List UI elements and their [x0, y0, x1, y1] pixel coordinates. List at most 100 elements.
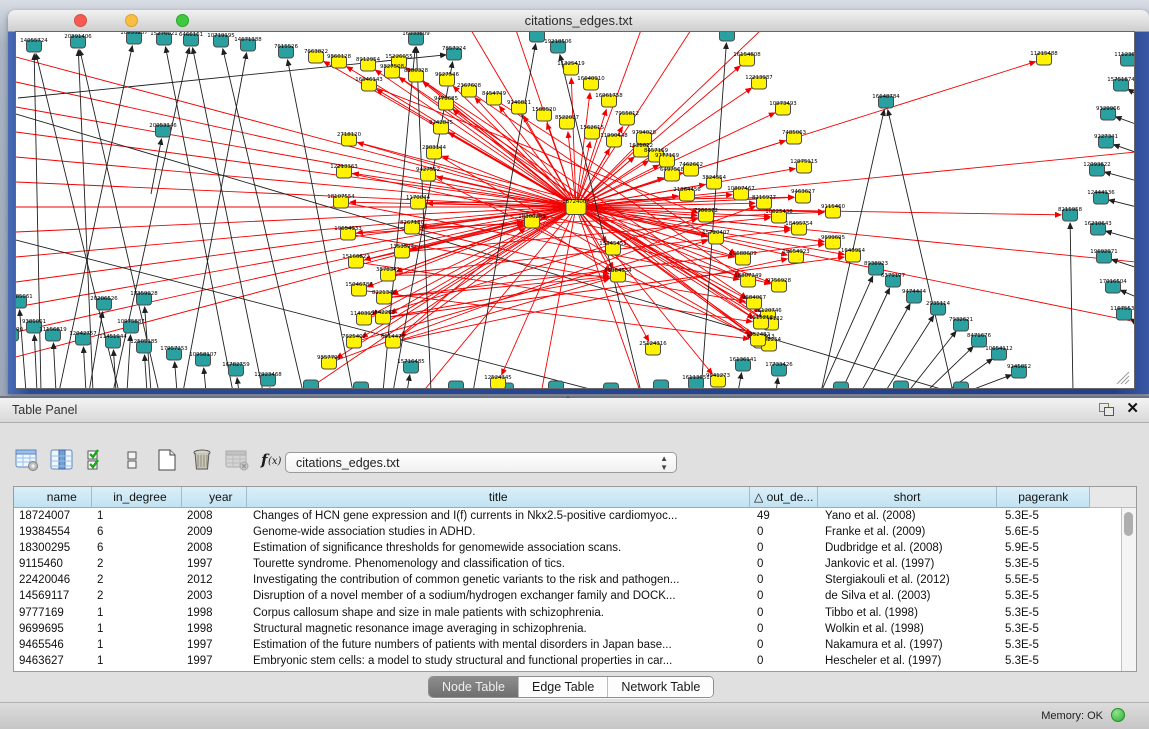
graph-edge-black[interactable]: [1116, 117, 1134, 126]
cell-out_de[interactable]: 0: [752, 637, 820, 653]
resize-grip-icon[interactable]: [1121, 376, 1129, 384]
graph-edge-black[interactable]: [183, 53, 247, 388]
cell-out_de[interactable]: 0: [752, 572, 820, 588]
cell-in_degree[interactable]: 1: [92, 637, 182, 653]
cell-in_degree[interactable]: 1: [92, 508, 182, 524]
graph-edge-red[interactable]: [388, 275, 609, 276]
graph-node[interactable]: [449, 381, 464, 388]
cell-in_degree[interactable]: 2: [92, 588, 182, 604]
graph-node[interactable]: [834, 382, 849, 388]
tab-edge-table[interactable]: Edge Table: [519, 677, 608, 697]
graph-edge-black[interactable]: [1109, 200, 1134, 208]
graph-node[interactable]: [720, 32, 735, 41]
table-row[interactable]: 1830029562008Estimation of significance …: [14, 540, 1136, 556]
column-header-name[interactable]: name: [14, 487, 92, 508]
table-row[interactable]: 977716911998Corpus callosum shape and si…: [14, 605, 1136, 621]
table-selector-dropdown[interactable]: citations_edges.txt ▲▼: [285, 452, 677, 473]
cell-year[interactable]: 1997: [182, 637, 248, 653]
cell-year[interactable]: 2008: [182, 540, 248, 556]
graph-edge-black[interactable]: [407, 375, 410, 388]
graph-edge-red[interactable]: [16, 207, 576, 257]
row-height-icon[interactable]: [119, 447, 145, 473]
graph-edge-black[interactable]: [16, 240, 609, 388]
cell-name[interactable]: 9777169: [14, 605, 92, 621]
cell-title[interactable]: Genome-wide association studies in ADHD.: [248, 524, 752, 540]
graph-edge-black[interactable]: [1070, 223, 1073, 388]
table-row[interactable]: 946362711997Embryonic stem cells: a mode…: [14, 653, 1136, 669]
cell-year[interactable]: 2003: [182, 588, 248, 604]
column-header-short[interactable]: short: [818, 487, 998, 508]
column-header-in_degree[interactable]: in_degree: [92, 487, 182, 508]
cell-short[interactable]: Stergiakouli et al. (2012): [820, 572, 1000, 588]
graph-edge-red[interactable]: [576, 207, 641, 388]
cell-title[interactable]: Investigating the contribution of common…: [248, 572, 752, 588]
graph-edge-black[interactable]: [34, 54, 41, 388]
cell-pagerank[interactable]: 5.3E-5: [1000, 588, 1093, 604]
cell-pagerank[interactable]: 5.3E-5: [1000, 508, 1093, 524]
graph-node[interactable]: [604, 383, 619, 388]
graph-edge-black[interactable]: [841, 288, 890, 388]
cell-in_degree[interactable]: 2: [92, 572, 182, 588]
cell-out_de[interactable]: 0: [752, 621, 820, 637]
tab-network-table[interactable]: Network Table: [608, 677, 713, 697]
cell-title[interactable]: Corpus callosum shape and size in male p…: [248, 605, 752, 621]
resize-grip-icon[interactable]: [1125, 380, 1129, 384]
cell-short[interactable]: Hescheler et al. (1997): [820, 653, 1000, 669]
graph-edge-black[interactable]: [1105, 172, 1134, 182]
import-checkmarks-icon[interactable]: [84, 447, 110, 473]
cell-pagerank[interactable]: 5.3E-5: [1000, 637, 1093, 653]
graph-node[interactable]: [354, 382, 369, 388]
cell-pagerank[interactable]: 5.3E-5: [1000, 621, 1093, 637]
cell-title[interactable]: Estimation of the future numbers of pati…: [248, 637, 752, 653]
delete-trash-icon[interactable]: [189, 447, 215, 473]
graph-edge-black[interactable]: [738, 373, 742, 388]
cell-title[interactable]: Changes of HCN gene expression and I(f) …: [248, 508, 752, 524]
new-table-icon[interactable]: [154, 447, 180, 473]
cell-out_de[interactable]: 0: [752, 588, 820, 604]
column-header-year[interactable]: year: [182, 487, 248, 508]
graph-edge-red[interactable]: [469, 91, 741, 276]
cell-name[interactable]: 14569117: [14, 588, 92, 604]
graph-edge-black[interactable]: [1106, 231, 1134, 241]
graph-edge-black[interactable]: [821, 276, 873, 388]
graph-edge-black[interactable]: [776, 378, 778, 388]
graph-node[interactable]: [654, 380, 669, 388]
cell-name[interactable]: 9465546: [14, 637, 92, 653]
cell-name[interactable]: 19384554: [14, 524, 92, 540]
graph-edge-black[interactable]: [204, 368, 206, 388]
graph-node[interactable]: [954, 382, 969, 388]
cell-short[interactable]: Jankovic et al. (1997): [820, 556, 1000, 572]
graph-edge-black[interactable]: [966, 375, 1012, 388]
cell-in_degree[interactable]: 1: [92, 621, 182, 637]
cell-pagerank[interactable]: 5.3E-5: [1000, 605, 1093, 621]
graph-edge-black[interactable]: [151, 139, 162, 194]
cell-in_degree[interactable]: 1: [92, 653, 182, 669]
cell-short[interactable]: Franke et al. (2009): [820, 524, 1000, 540]
graph-edge-black[interactable]: [908, 331, 956, 388]
cell-title[interactable]: Embryonic stem cells: a model to study s…: [248, 653, 752, 669]
graph-edge-black[interactable]: [166, 47, 233, 388]
graph-edge-black[interactable]: [1128, 89, 1134, 97]
column-header-pagerank[interactable]: pagerank: [997, 487, 1090, 508]
cell-pagerank[interactable]: 5.9E-5: [1000, 540, 1093, 556]
cell-short[interactable]: Wolkin et al. (1998): [820, 621, 1000, 637]
graph-edge-black[interactable]: [888, 110, 953, 388]
cell-in_degree[interactable]: 1: [92, 605, 182, 621]
cell-year[interactable]: 2012: [182, 572, 248, 588]
network-canvas[interactable]: 1872400714055724208914061065328715276021…: [15, 31, 1135, 389]
cell-title[interactable]: Disruption of a novel member of a sodium…: [248, 588, 752, 604]
table-row[interactable]: 1456911722003Disruption of a novel membe…: [14, 588, 1136, 604]
graph-edge-black[interactable]: [861, 304, 910, 388]
table-row[interactable]: 1938455462009Genome-wide association stu…: [14, 524, 1136, 540]
graph-edge-black[interactable]: [237, 378, 239, 388]
cell-in_degree[interactable]: 6: [92, 524, 182, 540]
graph-edge-black[interactable]: [53, 343, 56, 388]
cell-in_degree[interactable]: 6: [92, 540, 182, 556]
cell-title[interactable]: Structural magnetic resonance image aver…: [248, 621, 752, 637]
cell-pagerank[interactable]: 5.5E-5: [1000, 572, 1093, 588]
graph-edge-black[interactable]: [1120, 290, 1134, 299]
function-builder-icon[interactable]: f(x): [259, 447, 285, 473]
table-row[interactable]: 946554611997Estimation of the future num…: [14, 637, 1136, 653]
cell-name[interactable]: 9463627: [14, 653, 92, 669]
cell-short[interactable]: Yano et al. (2008): [820, 508, 1000, 524]
